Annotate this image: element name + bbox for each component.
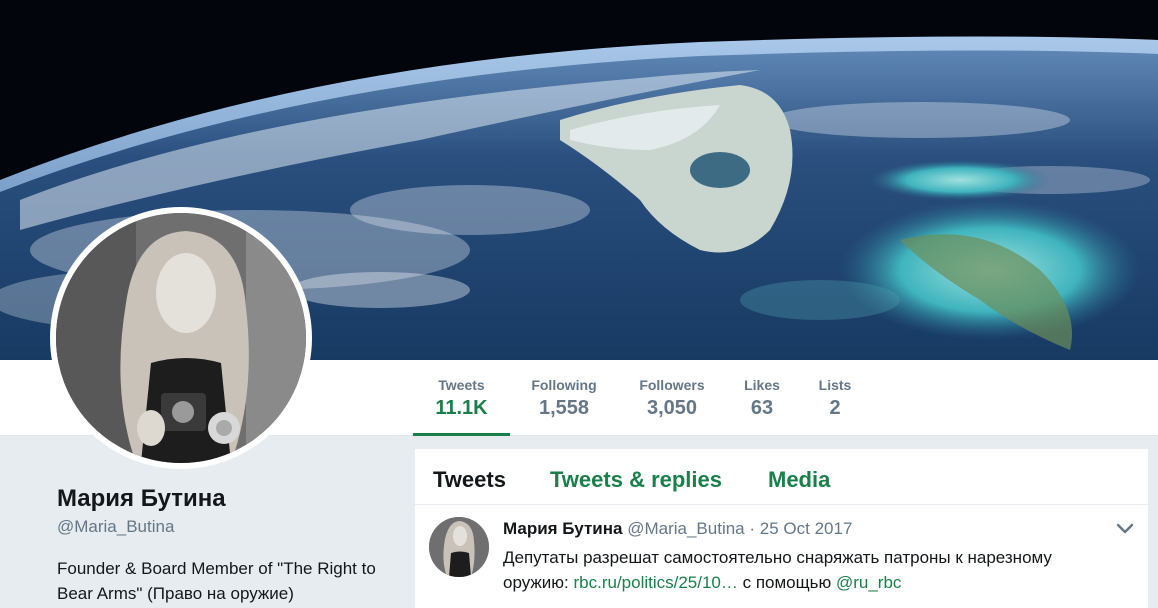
stat-value: 63 [750, 397, 774, 419]
stat-lists[interactable]: Lists 2 [812, 360, 858, 436]
tab-tweets[interactable]: Tweets [433, 467, 506, 493]
tab-media[interactable]: Media [768, 467, 830, 493]
timeline: Tweets Tweets & replies Media Мария Бути… [414, 448, 1149, 608]
tweet-text: Депутаты разрешат самостоятельно снаряжа… [503, 545, 1083, 595]
profile-avatar[interactable] [50, 207, 312, 469]
tweet-link[interactable]: rbc.ru/politics/25/10… [573, 573, 737, 592]
stat-label: Followers [639, 377, 705, 393]
tweet-item[interactable]: Мария Бутина @Maria_Butina · 25 Oct 2017… [415, 505, 1148, 608]
avatar-photo [56, 213, 306, 463]
stat-value: 2 [829, 397, 841, 419]
stat-label: Tweets [438, 377, 485, 393]
stat-likes[interactable]: Likes 63 [738, 360, 786, 436]
stat-value: 3,050 [646, 397, 698, 419]
tweet-avatar[interactable] [429, 517, 489, 577]
profile-name: Мария Бутина [57, 485, 226, 512]
profile-handle[interactable]: @Maria_Butina [57, 517, 174, 537]
stat-following[interactable]: Following 1,558 [522, 360, 606, 436]
tweet-header: Мария Бутина @Maria_Butina · 25 Oct 2017 [503, 519, 852, 539]
tweet-author-name[interactable]: Мария Бутина [503, 519, 622, 538]
chevron-down-icon[interactable] [1116, 523, 1134, 535]
stat-tweets[interactable]: Tweets 11.1K [413, 360, 510, 436]
stat-value: 11.1K [435, 397, 488, 419]
tweet-text-part: с помощью [737, 573, 836, 592]
stat-label: Following [531, 377, 597, 393]
profile-bio: Founder & Board Member of "The Right to … [57, 559, 376, 603]
tweet-author-handle[interactable]: @Maria_Butina [627, 519, 744, 538]
tweet-mention[interactable]: @ru_rbc [836, 573, 901, 592]
tab-tweets-and-replies[interactable]: Tweets & replies [550, 467, 722, 493]
tweet-separator: · [749, 519, 756, 538]
stat-label: Lists [818, 377, 852, 393]
stat-label: Likes [744, 377, 780, 393]
stat-value: 1,558 [538, 397, 590, 419]
stat-followers[interactable]: Followers 3,050 [631, 360, 713, 436]
tweet-timestamp[interactable]: 25 Oct 2017 [760, 519, 853, 538]
timeline-tabs: Tweets Tweets & replies Media [415, 449, 1148, 505]
